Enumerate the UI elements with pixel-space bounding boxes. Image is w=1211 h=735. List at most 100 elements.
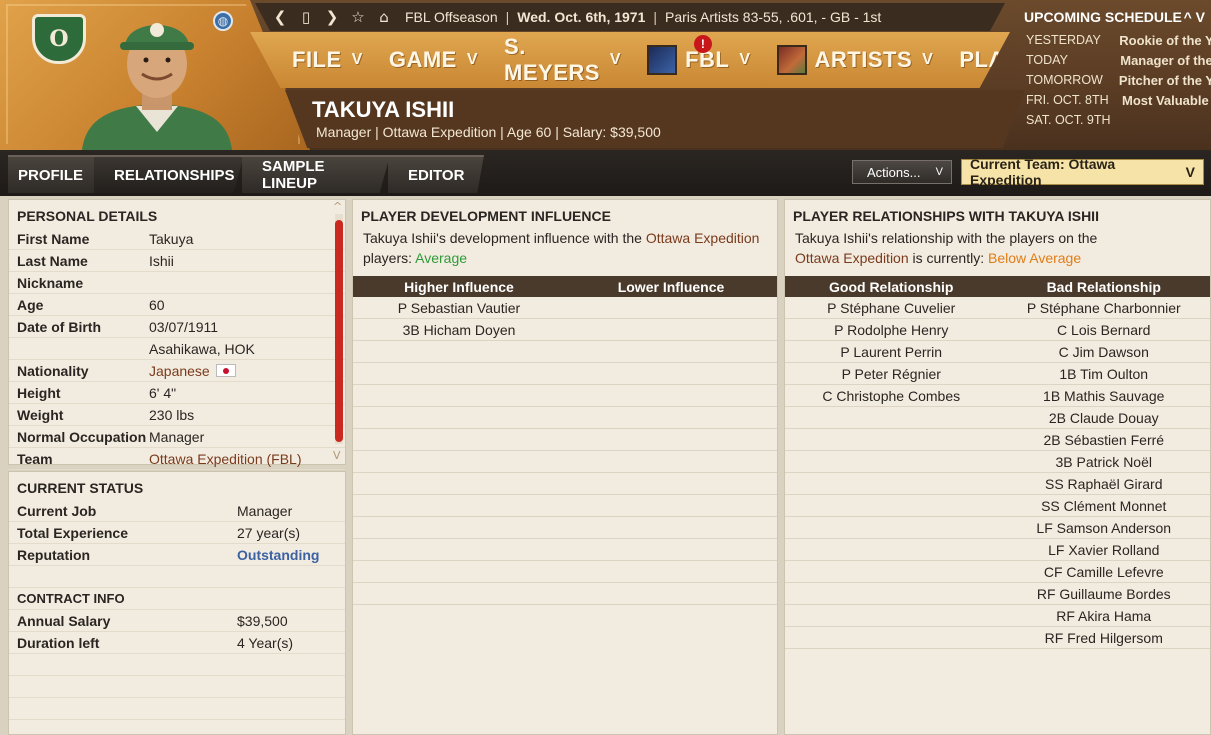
value: 60: [149, 296, 165, 313]
table-row[interactable]: RF Akira Hama: [785, 605, 1210, 627]
tab-sample-lineup[interactable]: SAMPLE LINEUP: [242, 155, 390, 193]
label: Total Experience: [17, 524, 129, 541]
player-link[interactable]: P Peter Régnier: [785, 366, 998, 382]
table-row[interactable]: P Rodolphe Henry C Lois Bernard: [785, 319, 1210, 341]
table-row[interactable]: 2B Sébastien Ferré: [785, 429, 1210, 451]
player-link[interactable]: P Stéphane Charbonnier: [998, 300, 1211, 316]
scroll-up-icon[interactable]: ^: [333, 200, 342, 213]
schedule-row[interactable]: FRI. OCT. 8TH Most Valuable: [1008, 90, 1211, 110]
table-row[interactable]: C Christophe Combes 1B Mathis Sauvage: [785, 385, 1210, 407]
player-link[interactable]: 2B Claude Douay: [998, 410, 1211, 426]
player-link[interactable]: C Jim Dawson: [998, 344, 1211, 360]
table-row[interactable]: P Sebastian Vautier: [353, 297, 777, 319]
table-row[interactable]: P Peter Régnier 1B Tim Oulton: [785, 363, 1210, 385]
player-link[interactable]: 1B Mathis Sauvage: [998, 388, 1211, 404]
menu-team[interactable]: ARTISTS V: [776, 45, 934, 75]
schedule-row[interactable]: TODAY Manager of the: [1008, 50, 1211, 70]
tab-profile[interactable]: PROFILE: [8, 155, 102, 193]
table-row[interactable]: CF Camille Lefevre: [785, 561, 1210, 583]
main-menu-bar: FILE V GAME V S. MEYERS V FBL! V ARTISTS V PL…: [250, 32, 1010, 88]
table-row[interactable]: LF Xavier Rolland: [785, 539, 1210, 561]
table-row[interactable]: 3B Hicham Doyen: [353, 319, 777, 341]
schedule-row[interactable]: YESTERDAY Rookie of the Y: [1008, 30, 1211, 50]
nationality-link[interactable]: Japanese: [149, 363, 210, 379]
player-link[interactable]: P Rodolphe Henry: [785, 322, 998, 338]
team-link[interactable]: Ottawa Expedition: [795, 250, 909, 266]
menu-file-label: FILE: [292, 47, 342, 72]
player-link[interactable]: RF Fred Hilgersom: [998, 630, 1211, 646]
table-row[interactable]: P Laurent Perrin C Jim Dawson: [785, 341, 1210, 363]
current-team-label: Current Team: Ottawa Expedition: [970, 156, 1116, 188]
team-logo-icon: [776, 45, 807, 75]
current-status-title: CURRENT STATUS: [17, 480, 144, 496]
player-link[interactable]: 3B Patrick Noël: [998, 454, 1211, 470]
player-link[interactable]: 3B Hicham Doyen: [353, 322, 565, 338]
player-link[interactable]: RF Akira Hama: [998, 608, 1211, 624]
table-row[interactable]: RF Fred Hilgersom: [785, 627, 1210, 649]
menu-league[interactable]: FBL! V: [647, 35, 750, 75]
relationships-intro: Takuya Ishii's relationship with the pla…: [785, 228, 1210, 268]
chevron-down-icon: V: [935, 166, 943, 178]
player-link[interactable]: SS Raphaël Girard: [998, 476, 1211, 492]
player-link[interactable]: LF Samson Anderson: [998, 520, 1211, 536]
schedule-row[interactable]: SAT. OCT. 9TH: [1008, 110, 1211, 130]
current-team-select[interactable]: Current Team: Ottawa Expedition V: [961, 156, 1204, 188]
globe-icon[interactable]: ◍: [213, 11, 233, 31]
menu-file[interactable]: FILE V: [292, 47, 363, 73]
player-link[interactable]: C Lois Bernard: [998, 322, 1211, 338]
label: Annual Salary: [17, 612, 111, 629]
player-link[interactable]: 2B Sébastien Ferré: [998, 432, 1211, 448]
home-icon[interactable]: ⌂: [371, 8, 397, 26]
menu-manager[interactable]: S. MEYERS V: [504, 34, 621, 86]
label: Normal Occupation: [17, 428, 147, 445]
table-row[interactable]: SS Raphaël Girard: [785, 473, 1210, 495]
scroll-thumb[interactable]: [335, 220, 343, 442]
table-row[interactable]: LF Samson Anderson: [785, 517, 1210, 539]
table-row[interactable]: 3B Patrick Noël: [785, 451, 1210, 473]
player-link[interactable]: CF Camille Lefevre: [998, 564, 1211, 580]
player-link[interactable]: SS Clément Monnet: [998, 498, 1211, 514]
detail-row: Height 6' 4": [9, 382, 345, 404]
player-link[interactable]: RF Guillaume Bordes: [998, 586, 1211, 602]
table-row[interactable]: P Stéphane Cuvelier P Stéphane Charbonnie…: [785, 297, 1210, 319]
page-icon[interactable]: ▯: [293, 8, 319, 26]
table-row: [353, 583, 777, 605]
table-row[interactable]: RF Guillaume Bordes: [785, 583, 1210, 605]
value: 27 year(s): [237, 524, 301, 541]
player-link[interactable]: LF Xavier Rolland: [998, 542, 1211, 558]
menu-team-label: ARTISTS: [814, 47, 913, 72]
player-link[interactable]: 1B Tim Oulton: [998, 366, 1211, 382]
tab-relationships[interactable]: RELATIONSHIPS: [94, 155, 244, 193]
star-icon[interactable]: ☆: [345, 8, 371, 26]
team-link[interactable]: Ottawa Expedition (FBL): [149, 451, 302, 467]
personal-details-panel: PERSONAL DETAILS First Name Takuya Last N…: [8, 199, 346, 470]
spacer-row: [9, 698, 345, 720]
table-row: [353, 473, 777, 495]
value: 230 lbs: [149, 406, 195, 423]
player-link[interactable]: P Stéphane Cuvelier: [785, 300, 998, 316]
label: Nickname: [17, 274, 84, 291]
column-header-lower: Lower Influence: [617, 278, 725, 295]
team-link[interactable]: Ottawa Expedition: [646, 230, 760, 246]
scroll-down-icon[interactable]: V: [333, 449, 341, 462]
top-navigation-bar: ❮ ▯ ❯ ☆ ⌂ FBL Offseason | Wed. Oct. 6th, 1…: [255, 3, 1005, 31]
alert-badge[interactable]: !: [694, 35, 713, 53]
menu-manager-label: S. MEYERS: [504, 34, 600, 85]
label: Current Job: [17, 502, 97, 519]
player-link[interactable]: P Sebastian Vautier: [353, 300, 565, 316]
menu-game[interactable]: GAME V: [389, 47, 478, 73]
scrollbar[interactable]: [335, 214, 343, 444]
table-row[interactable]: SS Clément Monnet: [785, 495, 1210, 517]
menu-game-label: GAME: [388, 47, 457, 72]
chevron-right-icon[interactable]: ❯: [319, 8, 345, 26]
table-row[interactable]: 2B Claude Douay: [785, 407, 1210, 429]
table-row: [353, 385, 777, 407]
intro-text: Takuya Ishii's relationship with the pla…: [795, 230, 1098, 246]
actions-button[interactable]: Actions... V: [852, 160, 952, 184]
schedule-scroll-arrows-icon[interactable]: ^ V: [1184, 9, 1205, 25]
chevron-left-icon[interactable]: ❮: [267, 8, 293, 26]
tab-editor[interactable]: EDITOR: [388, 155, 484, 193]
player-link[interactable]: C Christophe Combes: [785, 388, 998, 404]
player-link[interactable]: P Laurent Perrin: [785, 344, 998, 360]
schedule-row[interactable]: TOMORROW Pitcher of the Y: [1008, 70, 1211, 90]
